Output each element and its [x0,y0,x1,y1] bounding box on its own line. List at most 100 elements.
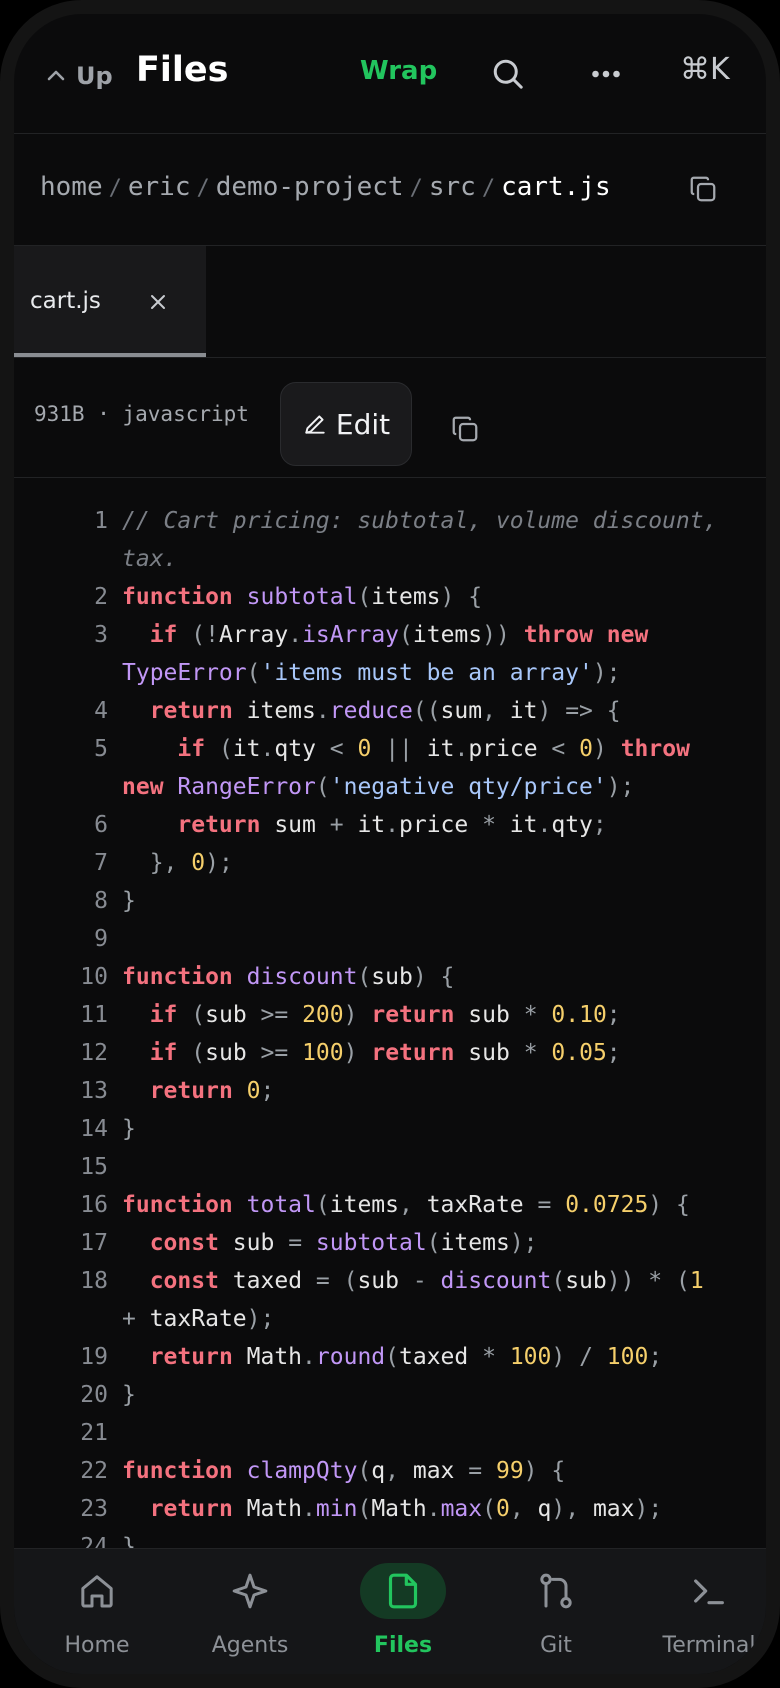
code-line: 18 const taxed = (sub - discount(sub)) *… [14,1262,728,1338]
search-icon[interactable] [490,56,526,92]
line-number: 1 [94,508,108,534]
up-button[interactable]: Up [44,62,113,90]
breadcrumb-item[interactable]: eric [128,172,191,202]
code-lines: 1// Cart pricing: subtotal, volume disco… [14,502,728,1548]
line-code: const taxed = (sub - discount(sub)) * (1… [122,1268,704,1332]
bottom-nav: Home Agents Files Git Terminal [14,1548,766,1674]
tab-label: cart.js [30,288,101,314]
line-number: 16 [80,1192,108,1218]
line-number: 9 [94,926,108,952]
breadcrumb-item[interactable]: demo-project [216,172,404,202]
line-code: return Math.min(Math.max(0, q), max); [149,1496,663,1522]
line-code: function total(items, taxRate = 0.0725) … [122,1192,690,1218]
line-code: function discount(sub) { [122,964,455,990]
more-icon[interactable] [588,56,624,92]
code-line: 19 return Math.round(taxed * 100) / 100; [14,1338,728,1376]
line-number: 12 [80,1040,108,1066]
breadcrumb: home / eric / demo-project / src / cart.js [40,172,611,202]
nav-agents[interactable]: Agents [175,1549,325,1674]
line-number: 4 [94,698,108,724]
line-number: 2 [94,584,108,610]
line-number: 6 [94,812,108,838]
code-line: 14} [14,1110,728,1148]
breadcrumb-item[interactable]: home [40,172,103,202]
nav-label: Files [373,1633,433,1658]
line-code: }, 0); [149,850,233,876]
breadcrumb-current: cart.js [501,172,611,202]
line-number: 19 [80,1344,108,1370]
code-line: 13 return 0; [14,1072,728,1110]
nav-terminal[interactable]: Terminal [634,1549,766,1674]
close-icon[interactable] [146,290,170,314]
line-number: 15 [80,1154,108,1180]
tab-bar: cart.js [14,246,766,358]
terminal-icon [694,1579,724,1605]
breadcrumb-separator: / [196,176,210,201]
code-line: 1// Cart pricing: subtotal, volume disco… [14,502,728,578]
breadcrumb-bar: home / eric / demo-project / src / cart.js [14,134,766,246]
code-line: 6 return sum + it.price * it.qty; [14,806,728,844]
nav-label: Git [540,1633,572,1658]
line-number: 5 [94,736,108,762]
git-branch-icon [540,1573,572,1609]
code-line: 12 if (sub >= 100) return sub * 0.05; [14,1034,728,1072]
nav-files[interactable]: Files [328,1549,478,1674]
line-number: 18 [80,1268,108,1294]
nav-git[interactable]: Git [481,1549,631,1674]
line-code: // Cart pricing: subtotal, volume discou… [122,508,732,572]
line-code: } [122,888,136,914]
line-code: return 0; [149,1078,275,1104]
tab-cart-js[interactable]: cart.js [14,246,206,357]
line-number: 22 [80,1458,108,1484]
file-info-bar: 931B · javascript Edit [14,358,766,478]
code-line: 20} [14,1376,728,1414]
nav-label: Home [64,1633,130,1658]
nav-home[interactable]: Home [22,1549,172,1674]
pencil-icon [305,415,325,434]
header: Up Files Wrap ⌘K [14,14,766,134]
line-number: 10 [80,964,108,990]
code-line: 8} [14,882,728,920]
line-number: 3 [94,622,108,648]
screen: Up Files Wrap ⌘K home / eric / demo-project /… [14,14,766,1674]
copy-path-icon[interactable] [688,174,718,204]
code-line: 23 return Math.min(Math.max(0, q), max); [14,1490,728,1528]
code-line: 4 return items.reduce((sum, it) => { [14,692,728,730]
line-number: 20 [80,1382,108,1408]
line-code: } [122,1116,136,1142]
chevron-up-icon [47,70,65,81]
code-line: 22 function clampQty(q, max = 99) { [14,1452,728,1490]
sparkle-icon [232,1573,268,1609]
file-icon [388,1573,418,1609]
line-number: 23 [80,1496,108,1522]
device-frame: Up Files Wrap ⌘K home / eric / demo-project /… [0,0,780,1688]
edit-label: Edit [335,407,391,441]
copy-content-icon[interactable] [450,414,480,444]
line-code: if (sub >= 200) return sub * 0.10; [149,1002,621,1028]
breadcrumb-separator: / [481,176,496,201]
breadcrumb-item[interactable]: src [429,172,476,202]
command-palette-button[interactable]: ⌘K [680,52,730,87]
line-number: 8 [94,888,108,914]
line-code: const sub = subtotal(items); [149,1230,538,1256]
code-viewer[interactable]: 1 // Cart pricing: subtotal, volume disco… [14,478,766,1548]
code-line: 17 const sub = subtotal(items); [14,1224,728,1262]
line-number: 13 [80,1078,108,1104]
up-label: Up [76,62,113,90]
line-code: } [122,1382,136,1408]
breadcrumb-separator: / [108,176,122,201]
code-line: 7 }, 0); [14,844,728,882]
code-line: 11 if (sub >= 200) return sub * 0.10; [14,996,728,1034]
home-icon [81,1575,113,1608]
line-code: return sum + it.price * it.qty; [177,812,607,838]
line-code: function clampQty(q, max = 99) { [122,1458,566,1484]
nav-label: Agents [211,1633,289,1658]
line-number: 7 [94,850,108,876]
line-number: 11 [80,1002,108,1028]
file-meta: 931B · javascript [34,402,249,426]
code-line: 2 function subtotal(items) { [14,578,728,616]
edit-button[interactable]: Edit [280,382,412,466]
wrap-toggle[interactable]: Wrap [360,56,437,86]
